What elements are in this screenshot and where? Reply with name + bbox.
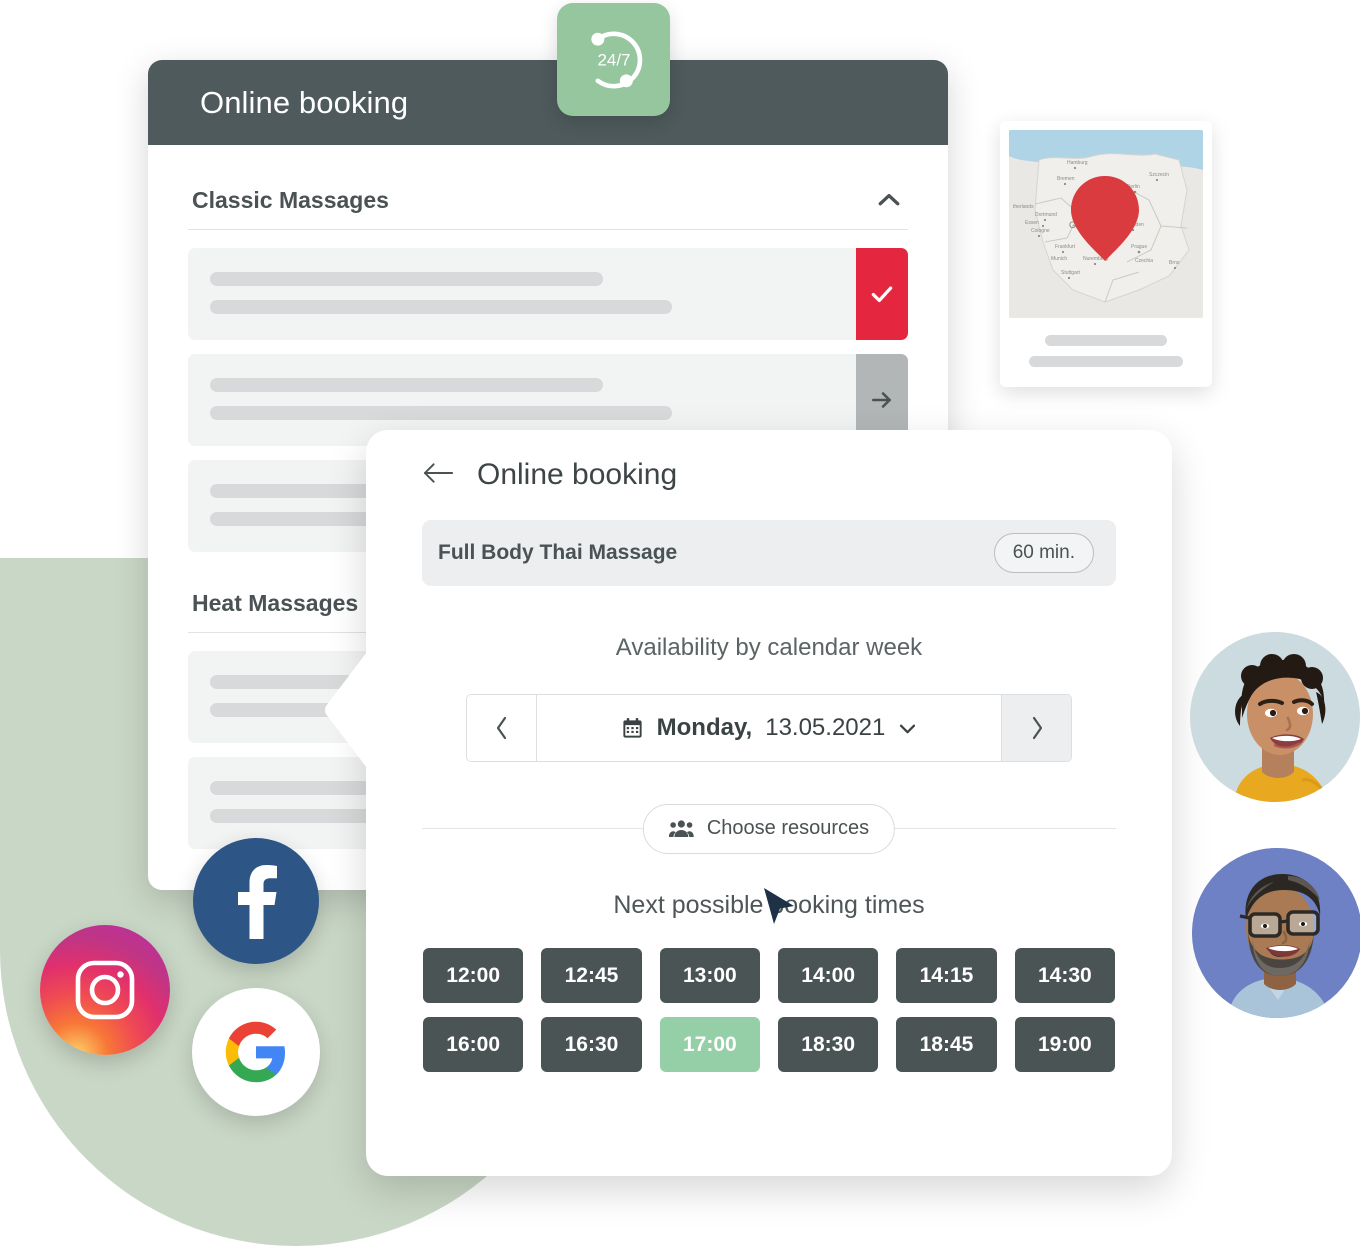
svg-text:Szczecin: Szczecin [1149,172,1169,178]
svg-text:Czechia: Czechia [1135,258,1153,264]
time-slot[interactable]: 19:00 [1014,1017,1115,1072]
choose-resources-button[interactable]: Choose resources [642,803,896,854]
dialog-title: Online booking [477,458,678,491]
time-slot[interactable]: 18:30 [778,1017,879,1072]
calendar-icon [623,717,642,738]
svg-text:Cologne: Cologne [1031,228,1050,234]
skeleton-line [1045,335,1167,346]
svg-text:therlands: therlands [1013,204,1034,210]
time-slot[interactable]: 18:45 [896,1017,997,1072]
time-slot-selected[interactable]: 17:00 [659,1017,760,1072]
facebook-icon [238,865,277,939]
svg-text:Frankfurt: Frankfurt [1055,244,1076,250]
avatar-woman-image [1190,632,1360,802]
chevron-down-icon [900,724,916,733]
previous-week-button[interactable] [467,695,537,761]
next-week-button[interactable] [1001,695,1071,761]
avatar-man-image [1192,848,1360,1018]
check-icon [871,286,893,303]
service-list-item[interactable] [188,248,908,340]
arrow-right-icon [872,392,891,408]
selected-service-row[interactable]: Full Body Thai Massage 60 min. [422,520,1116,586]
service-placeholder-text [188,248,856,340]
instagram-button[interactable] [40,925,170,1055]
svg-text:Hamburg: Hamburg [1067,160,1088,166]
arrow-left-icon [423,462,454,483]
confirm-selection-button[interactable] [856,248,908,340]
service-duration-badge: 60 min. [993,533,1094,573]
dialog-header: Online booking [366,430,1172,492]
service-name: Full Body Thai Massage [438,541,678,564]
svg-text:Prague: Prague [1131,244,1147,250]
time-slot[interactable]: 12:45 [541,948,642,1003]
skeleton-line [210,300,672,314]
skeleton-line [1028,356,1184,367]
selected-weekday: Monday, [656,714,753,741]
skeleton-line [210,272,604,286]
svg-text:Brno: Brno [1169,260,1180,266]
svg-text:Essen: Essen [1025,220,1039,226]
time-slot[interactable]: 12:00 [423,948,524,1003]
svg-text:Bremen: Bremen [1057,176,1075,182]
selected-date: 13.05.2021 [765,714,886,741]
resources-divider: Choose resources [422,803,1116,854]
avatar-woman [1190,632,1360,802]
google-icon [225,1021,286,1083]
svg-text:Dortmund: Dortmund [1035,212,1057,218]
time-slot[interactable]: 13:00 [659,948,760,1003]
time-slot[interactable]: 14:30 [1014,948,1115,1003]
chevron-left-icon [496,716,506,740]
chevron-up-icon[interactable] [874,185,904,215]
svg-text:Munich: Munich [1051,256,1067,262]
avatar-man [1192,848,1360,1018]
time-slot[interactable]: 16:30 [541,1017,642,1072]
time-slot[interactable]: 14:15 [896,948,997,1003]
facebook-button[interactable] [193,838,319,964]
skeleton-line [210,406,672,420]
section-header-classic-massages[interactable]: Classic Massages [188,175,908,229]
map-graphic: Hamburg Bremen Berlin Szczecin therlands… [1009,130,1203,318]
date-display[interactable]: Monday, 13.05.2021 [537,695,1001,761]
users-icon [668,820,694,837]
mouse-cursor-icon [764,888,794,924]
map-caption-placeholders [1009,318,1203,367]
choose-resources-label: Choose resources [706,817,870,839]
google-button[interactable] [192,988,320,1116]
back-button[interactable] [422,460,455,491]
dialog-pointer-tail [325,648,370,772]
date-picker[interactable]: Monday, 13.05.2021 [466,694,1072,762]
section-title-classic-massages: Classic Massages [192,186,389,213]
location-map-card[interactable]: Hamburg Bremen Berlin Szczecin therlands… [1000,121,1212,387]
svg-text:Stuttgart: Stuttgart [1061,270,1081,276]
online-booking-header-title: Online booking [200,84,409,120]
page-root: Online booking Classic Massages Heat Mas… [0,0,1360,1246]
clock-cycle-icon: 24/7 [590,30,642,89]
chevron-right-icon [1032,716,1042,740]
map-image[interactable]: Hamburg Bremen Berlin Szczecin therlands… [1009,130,1203,318]
online-booking-header: Online booking [148,60,948,145]
skeleton-line [210,378,604,392]
booking-times-grid: 12:00 12:45 13:00 14:00 14:15 14:30 16:0… [423,948,1115,1072]
time-slot[interactable]: 16:00 [423,1017,524,1072]
section-divider [188,229,908,230]
badge-24-7: 24/7 [557,3,670,116]
time-slot[interactable]: 14:00 [778,948,879,1003]
svg-text:24/7: 24/7 [597,50,630,69]
section-title-heat-massages: Heat Massages [192,589,359,616]
availability-label: Availability by calendar week [615,634,923,661]
booking-detail-dialog: Online booking Full Body Thai Massage 60… [366,430,1172,1176]
instagram-icon [75,960,135,1020]
